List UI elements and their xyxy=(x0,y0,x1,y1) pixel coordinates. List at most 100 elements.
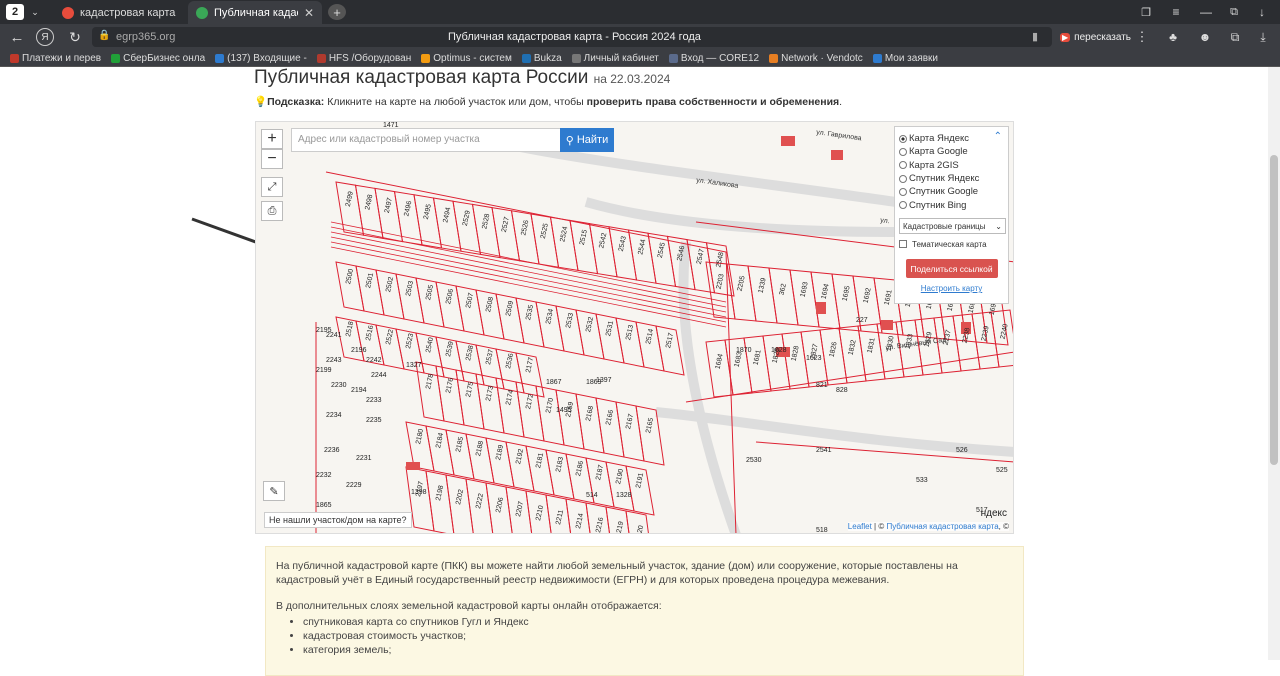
bookmark-item[interactable]: (137) Входящие - xyxy=(215,53,307,64)
more-icon[interactable]: ⋮ xyxy=(1134,28,1150,46)
menu-icon[interactable]: ≡ xyxy=(1168,4,1184,20)
layer-option[interactable]: Карта Google xyxy=(899,145,1004,158)
layer-option[interactable]: Спутник Google xyxy=(899,185,1004,198)
parcel-number: 2532 xyxy=(585,316,595,333)
tab-count-badge[interactable]: 2 xyxy=(6,4,24,20)
bookmark-item[interactable]: Network · Vendotc xyxy=(769,53,863,64)
parcel-number: 1339 xyxy=(758,277,768,294)
layer-option[interactable]: Карта Яндекс xyxy=(899,132,1004,145)
bookmark-item[interactable]: СберБизнес онла xyxy=(111,53,205,64)
hint-end: . xyxy=(839,96,843,108)
bookmark-item[interactable]: HFS /Оборудован xyxy=(316,52,412,64)
parcel-number: 2526 xyxy=(520,219,530,236)
bookmarks-bar: Платежи и перев СберБизнес онла (137) Вход… xyxy=(0,50,1280,67)
parcel-number: 2192 xyxy=(515,448,525,465)
parcel-number: 1694 xyxy=(821,283,831,300)
collections-icon[interactable]: ⧉ xyxy=(1226,28,1244,46)
parcel-number: 2230 xyxy=(331,382,347,389)
bookmark-icon[interactable]: ▮ xyxy=(1032,30,1038,43)
minimize-icon[interactable]: — xyxy=(1198,4,1214,20)
reload-icon[interactable]: ↻ xyxy=(66,28,84,46)
parcel-number: 1865 xyxy=(316,502,332,509)
tab-manager-icon[interactable]: ❐ xyxy=(1138,4,1154,20)
bookmark-item[interactable]: Личный кабинет xyxy=(571,53,659,64)
parcel-number: 2180 xyxy=(415,428,425,445)
parcel-number: 2189 xyxy=(495,444,505,461)
back-icon[interactable]: ← xyxy=(8,28,26,46)
fullscreen-icon[interactable]: ⤢ xyxy=(261,177,283,197)
thematic-map-option[interactable]: Тематическая карта xyxy=(899,238,1004,251)
configure-map-link[interactable]: Настроить карту xyxy=(899,284,1004,293)
parcel-number: 2214 xyxy=(575,513,585,530)
parcel-number: 2547 xyxy=(696,248,706,265)
bookmark-item[interactable]: Вход — CORE12 xyxy=(668,53,759,64)
pkk-link[interactable]: Публичная кадастровая карта xyxy=(886,522,998,531)
parcel-number: 2527 xyxy=(501,216,511,233)
page-scrollbar[interactable] xyxy=(1268,67,1280,660)
parcel-number: 1623 xyxy=(806,355,822,362)
share-link-button[interactable]: Поделиться ссылкой xyxy=(905,259,998,279)
parcel-number: 2509 xyxy=(505,300,515,317)
parcel-number: 1691 xyxy=(884,289,894,306)
parcel-number: 2528 xyxy=(481,213,491,230)
bookmark-item[interactable]: Bukza xyxy=(521,53,562,64)
layer-option[interactable]: Спутник Яндекс xyxy=(899,172,1004,185)
parcel-number: 2243 xyxy=(326,357,342,364)
parcel-number: 2207 xyxy=(515,501,525,518)
parcel-number: 2165 xyxy=(645,417,655,434)
page-date: на 22.03.2024 xyxy=(593,72,671,86)
bookmark-favicon-icon xyxy=(872,53,882,63)
zoom-in-button[interactable]: + xyxy=(261,129,283,149)
parcel-number: 2216 xyxy=(595,517,605,534)
parcel-number: 2184 xyxy=(435,432,445,449)
parcel-number: 2505 xyxy=(425,284,435,301)
thematic-checkbox[interactable] xyxy=(899,240,907,249)
parcel-number: 514 xyxy=(586,492,598,499)
profile-avatar-icon[interactable]: ☻ xyxy=(1196,28,1214,46)
bookmark-item[interactable]: Мои заявки xyxy=(872,53,938,64)
layer-option[interactable]: Карта 2GIS xyxy=(899,159,1004,172)
layer-radio[interactable] xyxy=(899,187,907,196)
find-button[interactable]: ⚲ Найти xyxy=(560,128,614,152)
retell-button[interactable]: ▶ пересказать xyxy=(1060,28,1131,46)
new-tab-icon[interactable]: + xyxy=(328,4,346,20)
url-field[interactable]: 🔒 egrp365.org Публичная кадастровая карт… xyxy=(92,27,1052,47)
layer-radio[interactable] xyxy=(899,147,907,156)
bookmark-item[interactable]: Optimus - систем xyxy=(421,53,512,64)
parcel-number: 533 xyxy=(916,477,928,484)
parcel-number: 1628 xyxy=(771,347,787,354)
extension-icon[interactable]: ♣ xyxy=(1164,28,1182,46)
collapse-chevron-icon[interactable]: ⌃ xyxy=(994,131,1002,142)
overlay-select[interactable]: Кадастровые границы ⌄ xyxy=(899,217,1006,234)
tab-kadastr-search[interactable]: кадастровая карта публи xyxy=(54,1,186,24)
tab-egrp365[interactable]: Публичная кадастровая ✕ xyxy=(188,1,322,24)
bookmark-label: HFS /Оборудован xyxy=(328,52,412,64)
zoom-out-button[interactable]: − xyxy=(261,149,283,169)
bookmark-item[interactable]: Платежи и перев xyxy=(10,53,101,64)
layer-option[interactable]: Спутник Bing xyxy=(899,198,1004,211)
close-tab-icon[interactable]: ✕ xyxy=(304,6,314,20)
parcel-number: 1867 xyxy=(546,379,562,386)
parcel-number: 2538 xyxy=(465,345,475,362)
layer-radio[interactable] xyxy=(899,134,907,143)
scrollbar-thumb[interactable] xyxy=(1270,155,1278,465)
yandex-home-icon[interactable]: Я xyxy=(36,28,54,46)
parcel-number: 2500 xyxy=(345,268,355,285)
layer-radio[interactable] xyxy=(899,201,907,210)
cadastral-map[interactable]: 2499 2498 2497 2496 2495 2494 2529 2528 2527 2526… xyxy=(255,121,1014,534)
search-input[interactable]: Адрес или кадастровый номер участка xyxy=(291,128,561,152)
layer-radio[interactable] xyxy=(899,161,907,170)
leaflet-link[interactable]: Leaflet xyxy=(848,522,872,531)
download-icon[interactable]: ⤓ xyxy=(1254,28,1272,46)
close-window-icon[interactable]: ↓ xyxy=(1254,4,1270,20)
restore-icon[interactable]: ⧉ xyxy=(1226,4,1242,20)
parcel-number: 2540 xyxy=(425,337,435,354)
not-found-link[interactable]: Не нашли участок/дом на карте? xyxy=(264,512,412,528)
layer-radio[interactable] xyxy=(899,174,907,183)
parcel-number: 2220 xyxy=(635,525,645,534)
parcel-number: 518 xyxy=(816,527,828,534)
print-icon[interactable]: ⎙ xyxy=(261,201,283,221)
lock-icon: 🔒 xyxy=(98,30,111,41)
ruler-icon[interactable]: ✎ xyxy=(263,481,285,501)
tab-list-chevron-icon[interactable]: ⌄ xyxy=(28,4,42,20)
